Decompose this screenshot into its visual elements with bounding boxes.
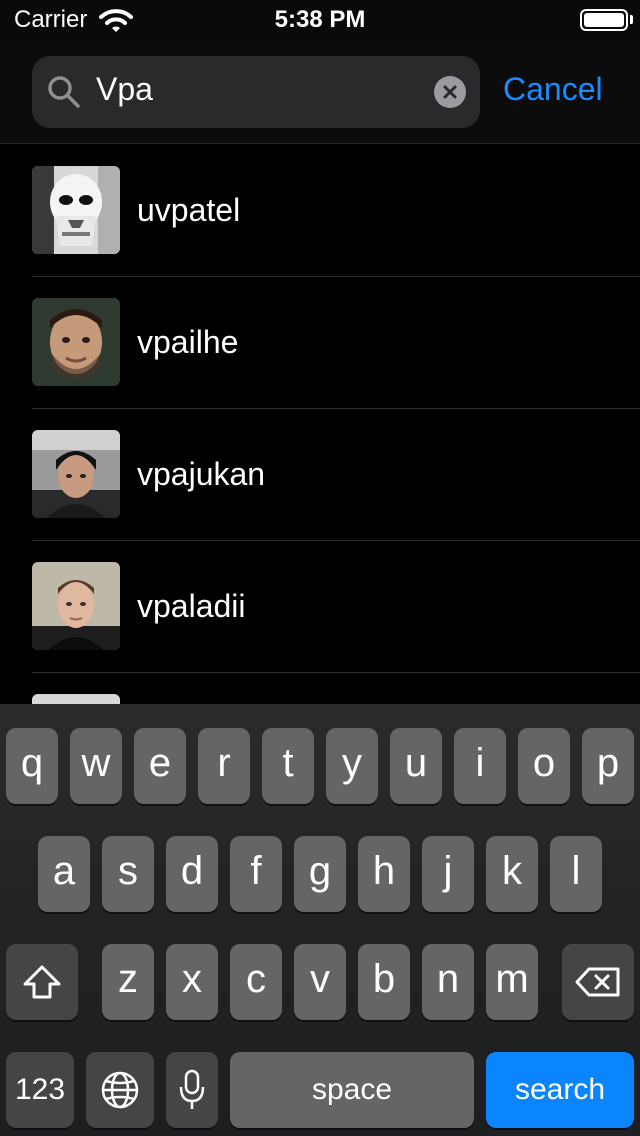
shift-key[interactable] [6,944,78,1020]
clock: 5:38 PM [274,6,366,33]
key-g[interactable]: g [294,836,346,912]
stormtrooper-avatar-icon [32,166,120,254]
username: vpajukan [137,456,266,492]
space-key[interactable]: space [230,1052,474,1128]
key-t[interactable]: t [262,728,314,804]
shift-icon [23,965,61,999]
key-m[interactable]: m [486,944,538,1020]
user-photo-avatar-icon [32,298,120,386]
key-b[interactable]: b [358,944,410,1020]
username: vpailhe [137,324,239,360]
key-e[interactable]: e [134,728,186,804]
delete-key[interactable] [562,944,634,1020]
list-item[interactable]: vpailhe [0,277,640,409]
user-photo-avatar-icon [32,562,120,650]
battery-cap [630,15,633,24]
key-h[interactable]: h [358,836,410,912]
key-k[interactable]: k [486,836,538,912]
list-item[interactable]: vpaladii [0,541,640,673]
list-item[interactable]: vpajukan [0,409,640,541]
username: uvpatel [137,192,241,228]
search-input[interactable]: Vpa [32,56,480,128]
status-bar: Carrier 5:38 PM [0,0,640,40]
search-icon [48,76,80,108]
cancel-button[interactable]: Cancel [503,71,603,108]
backspace-icon [575,967,620,997]
keyboard: q w e r t y u i o p a s d f g h j k l z … [0,704,640,1136]
key-q[interactable]: q [6,728,58,804]
key-s[interactable]: s [102,836,154,912]
key-c[interactable]: c [230,944,282,1020]
clear-search-button[interactable] [434,76,466,108]
key-l[interactable]: l [550,836,602,912]
key-z[interactable]: z [102,944,154,1020]
key-r[interactable]: r [198,728,250,804]
key-j[interactable]: j [422,836,474,912]
battery-icon [580,9,628,31]
username: vpaladii [137,588,246,624]
key-u[interactable]: u [390,728,442,804]
globe-key[interactable] [86,1052,154,1128]
key-v[interactable]: v [294,944,346,1020]
dictation-key[interactable] [166,1052,218,1128]
key-w[interactable]: w [70,728,122,804]
key-o[interactable]: o [518,728,570,804]
search-query[interactable]: Vpa [96,71,153,108]
microphone-icon [179,1069,205,1109]
key-i[interactable]: i [454,728,506,804]
key-d[interactable]: d [166,836,218,912]
key-a[interactable]: a [38,836,90,912]
search-key[interactable]: search [486,1052,634,1128]
key-f[interactable]: f [230,836,282,912]
key-x[interactable]: x [166,944,218,1020]
search-header: Vpa Cancel [0,40,640,144]
key-p[interactable]: p [582,728,634,804]
numbers-key[interactable]: 123 [6,1052,74,1128]
close-icon [443,85,457,99]
key-y[interactable]: y [326,728,378,804]
key-n[interactable]: n [422,944,474,1020]
user-photo-avatar-icon [32,430,120,518]
globe-icon [101,1071,139,1109]
list-item[interactable]: uvpatel [0,145,640,277]
